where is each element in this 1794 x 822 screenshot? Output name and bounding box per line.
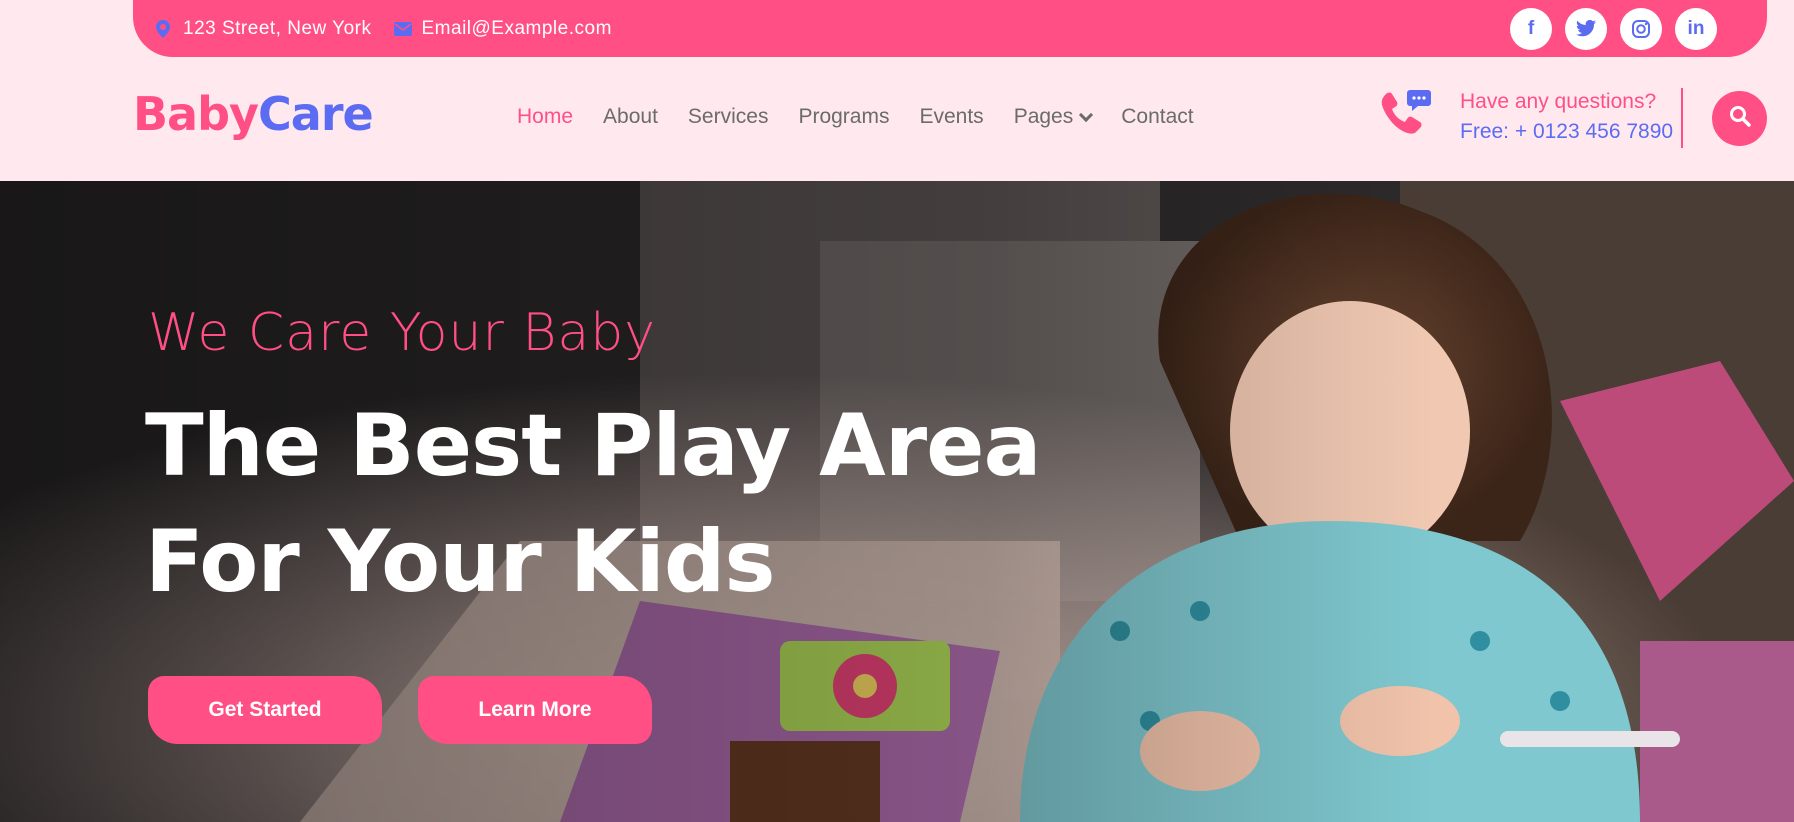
nav-item-home[interactable]: Home (517, 105, 573, 129)
search-button[interactable] (1712, 91, 1767, 146)
address-text: 123 Street, New York (183, 17, 372, 39)
instagram-icon[interactable] (1620, 7, 1662, 50)
linkedin-icon[interactable]: in (1675, 7, 1717, 50)
phone-chat-icon (1378, 88, 1432, 147)
nav-item-pages-label: Pages (1013, 105, 1074, 128)
nav-item-pages[interactable]: Pages (1013, 105, 1094, 129)
question-text: Have any questions? Free: + 0123 456 789… (1460, 87, 1673, 147)
logo-part-care: Care (258, 87, 374, 141)
learn-more-button[interactable]: Learn More (418, 676, 652, 744)
vertical-divider (1681, 88, 1683, 148)
address-item: 123 Street, New York (155, 18, 372, 40)
email-item[interactable]: Email@Example.com (393, 18, 612, 40)
nav-item-about[interactable]: About (603, 105, 658, 129)
nav-item-contact[interactable]: Contact (1121, 105, 1193, 129)
facebook-icon[interactable]: f (1510, 7, 1552, 50)
search-icon (1729, 105, 1751, 132)
hero-headline: The Best Play Area For Your Kids (145, 396, 1042, 612)
phone-number[interactable]: Free: + 0123 456 7890 (1460, 117, 1673, 147)
top-contact: 123 Street, New York Email@Example.com (155, 18, 612, 40)
question-line: Have any questions? (1460, 90, 1657, 113)
top-bar: 123 Street, New York Email@Example.com f… (133, 0, 1767, 57)
nav-item-programs[interactable]: Programs (798, 105, 889, 129)
nav-item-services[interactable]: Services (688, 105, 769, 129)
logo[interactable]: BabyCare (133, 87, 374, 141)
twitter-icon[interactable] (1565, 7, 1607, 50)
social-links: f in (1510, 7, 1717, 50)
envelope-icon (393, 20, 412, 38)
get-started-button[interactable]: Get Started (148, 676, 382, 744)
nav-item-events[interactable]: Events (919, 105, 983, 129)
chevron-down-icon (1079, 107, 1094, 122)
hero-tagline: We Care Your Baby (148, 303, 657, 363)
map-pin-icon (155, 19, 171, 38)
email-text[interactable]: Email@Example.com (422, 18, 612, 40)
nav-menu: Home About Services Programs Events Page… (517, 105, 1194, 129)
main-nav: BabyCare Home About Services Programs Ev… (0, 57, 1794, 181)
hero-banner: We Care Your Baby The Best Play Area For… (0, 181, 1794, 822)
logo-part-baby: Baby (133, 87, 259, 141)
contact-question: Have any questions? Free: + 0123 456 789… (1378, 87, 1673, 147)
